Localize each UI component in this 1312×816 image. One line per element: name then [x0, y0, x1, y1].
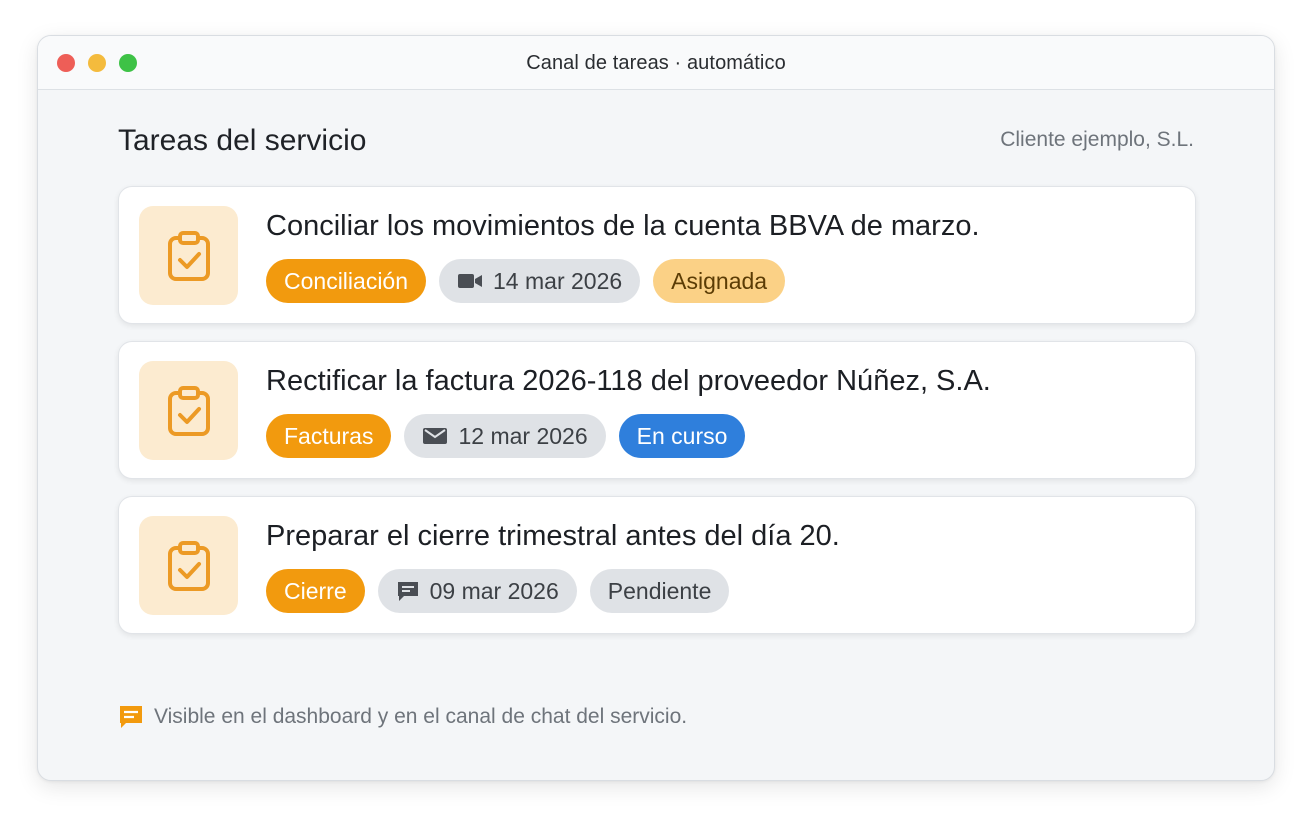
clipboard-check-icon: [167, 230, 210, 281]
page-title: Tareas del servicio: [118, 124, 367, 157]
mail-icon: [423, 428, 448, 444]
date-chip: 09 mar 2026: [377, 569, 577, 613]
task-icon-box: [139, 516, 238, 615]
date-text: 09 mar 2026: [429, 577, 559, 604]
task-tags: Conciliación 14 mar 2026 Asignada: [266, 259, 786, 303]
clipboard-check-icon: [167, 540, 210, 591]
task-icon-box: [139, 361, 238, 460]
chat-bubble-icon: [397, 582, 418, 601]
category-chip[interactable]: Conciliación: [266, 259, 427, 303]
category-chip[interactable]: Facturas: [266, 414, 392, 458]
footer-text: Visible en el dashboard y en el canal de…: [154, 705, 688, 728]
category-chip[interactable]: Cierre: [266, 569, 365, 613]
title-bar: Canal de tareas · automático: [38, 36, 1274, 90]
status-badge: Pendiente: [589, 569, 730, 613]
task-card[interactable]: Preparar el cierre trimestral antes del …: [118, 496, 1196, 634]
task-icon-box: [139, 206, 238, 305]
clipboard-check-icon: [167, 385, 210, 436]
task-tags: Cierre 09 mar 2026 Pendiente: [266, 569, 730, 613]
task-title: Preparar el cierre trimestral antes del …: [266, 520, 840, 552]
date-chip: 14 mar 2026: [439, 259, 641, 303]
video-camera-icon: [458, 274, 483, 288]
status-badge: En curso: [618, 414, 746, 458]
window-title: Canal de tareas · automático: [526, 52, 786, 74]
task-card[interactable]: Conciliar los movimientos de la cuenta B…: [118, 186, 1196, 324]
client-name: Cliente ejemplo, S.L.: [1000, 128, 1194, 151]
task-title: Rectificar la factura 2026-118 del prove…: [266, 365, 991, 397]
task-title: Conciliar los movimientos de la cuenta B…: [266, 210, 980, 242]
date-text: 14 mar 2026: [493, 267, 623, 294]
chat-note-icon: [120, 706, 142, 728]
date-chip: 12 mar 2026: [404, 414, 606, 458]
task-tags: Facturas 12 mar 2026 En curso: [266, 414, 746, 458]
status-badge: Asignada: [653, 259, 786, 303]
footer-note: Visible en el dashboard y en el canal de…: [118, 704, 687, 730]
date-text: 12 mar 2026: [458, 422, 588, 449]
task-card[interactable]: Rectificar la factura 2026-118 del prove…: [118, 341, 1196, 479]
app-window: Canal de tareas · automático Tareas del …: [37, 35, 1275, 781]
